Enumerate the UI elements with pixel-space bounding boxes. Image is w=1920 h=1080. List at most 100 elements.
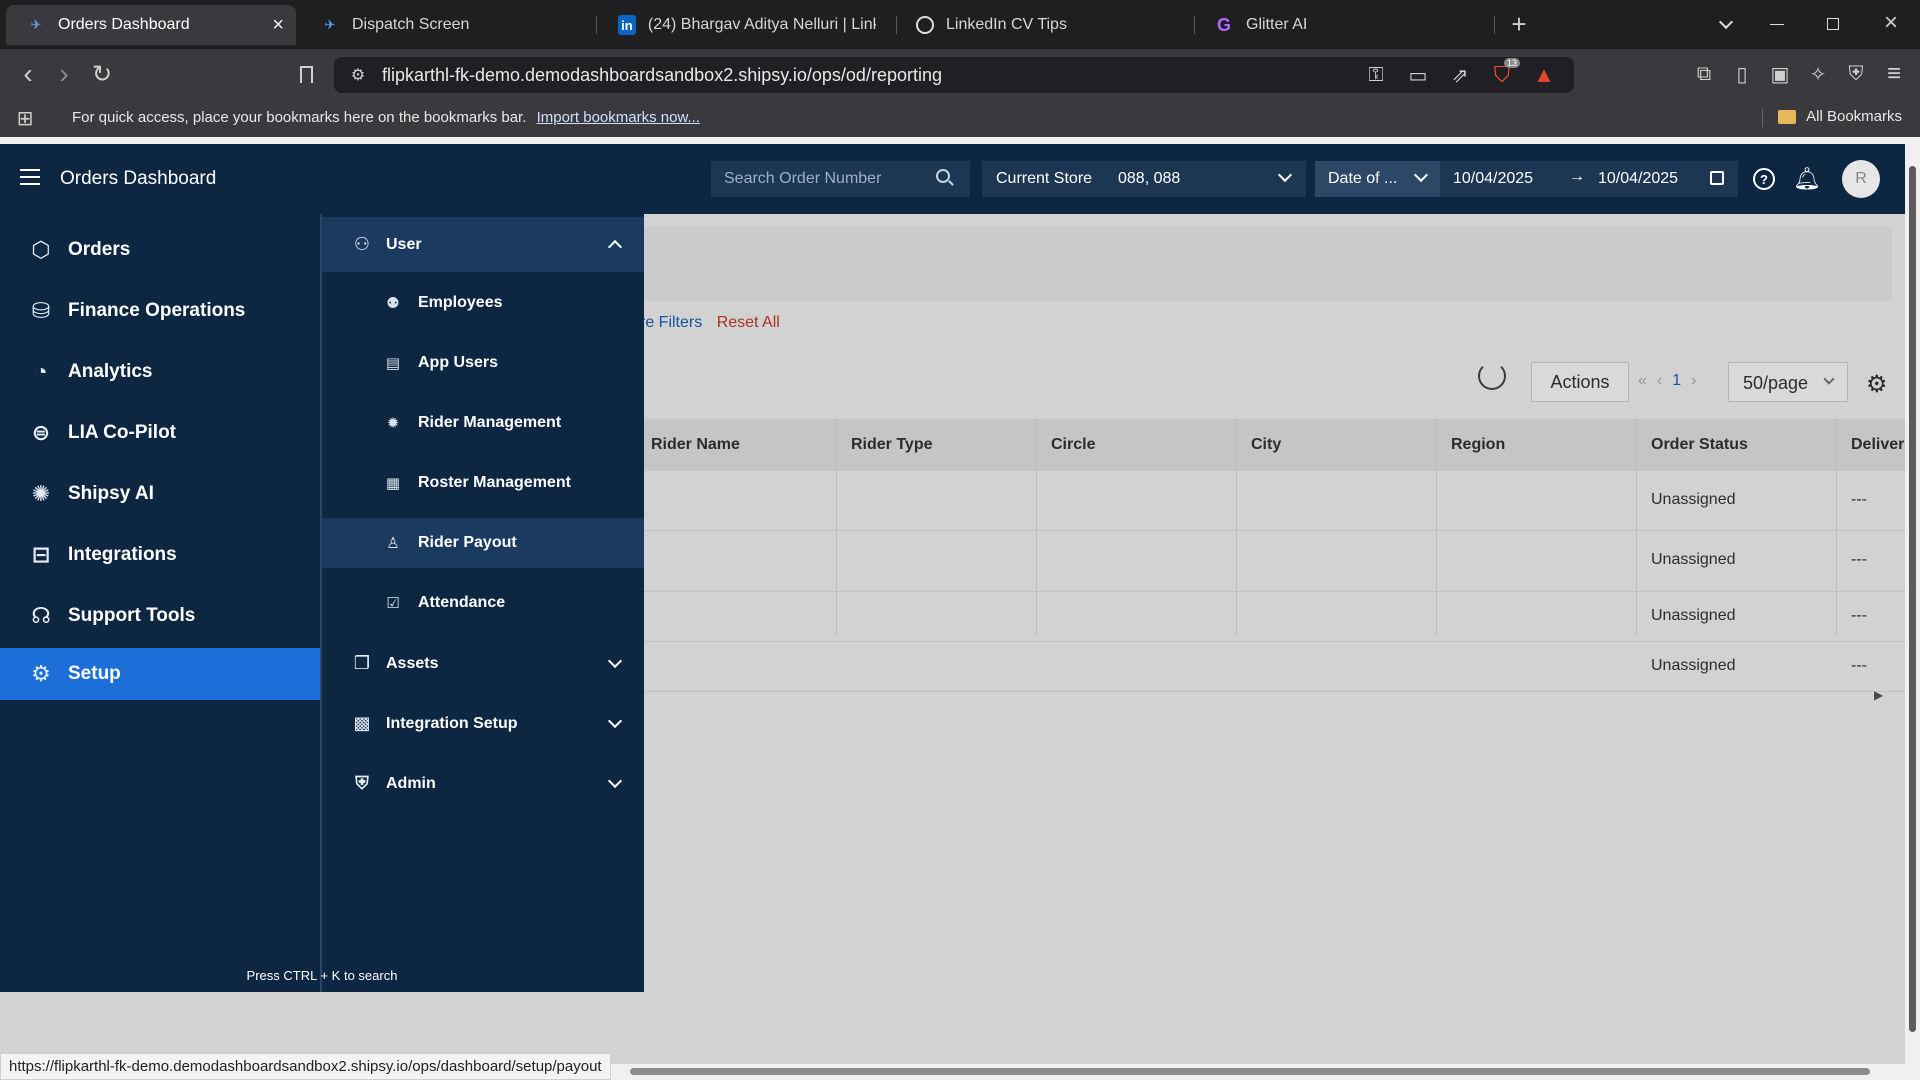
tab-linkedin[interactable]: in (24) Bhargav Aditya Nelluri | LinkedI — [598, 5, 890, 45]
tab-linkedin-cv-tips[interactable]: LinkedIn CV Tips — [896, 5, 1188, 45]
sidebar-item-setup[interactable]: ⚙ Setup — [0, 648, 320, 700]
box-icon: ⬡ — [31, 237, 51, 262]
submenu-item-rider-payout[interactable]: ♙ Rider Payout — [322, 518, 644, 568]
submenu-group-label: Integration Setup — [386, 714, 518, 732]
admin-shield-icon: ⛨ — [355, 773, 369, 793]
submenu-item-label: Employees — [418, 294, 503, 311]
reload-icon[interactable]: ↻ — [88, 60, 116, 88]
link-status-bar: https://flipkarthl-fk-demo.demodashboard… — [0, 1053, 611, 1080]
chevron-down-icon — [607, 713, 623, 729]
sidebar-item-orders[interactable]: ⬡ Orders — [0, 224, 320, 276]
shields-count-badge: 13 — [1504, 58, 1521, 68]
sidebar-item-label: Setup — [68, 663, 121, 684]
all-bookmarks-button[interactable]: All Bookmarks — [1778, 108, 1902, 125]
bell-icon[interactable]: 🔔︎ — [1793, 166, 1821, 192]
tab-glitter-ai[interactable]: G Glitter AI — [1194, 5, 1486, 45]
date-to[interactable]: 10/04/2025 — [1598, 170, 1678, 188]
sidebar-item-finance-operations[interactable]: ⛁ Finance Operations — [0, 285, 320, 337]
back-icon[interactable]: ‹ — [14, 58, 42, 89]
sidebar-item-support-tools[interactable]: ☊ Support Tools — [0, 590, 320, 642]
user-icon: ⚇ — [353, 234, 371, 254]
submenu-item-employees[interactable]: ⚉ Employees — [322, 278, 644, 328]
menu-icon[interactable]: ≡ — [1880, 60, 1908, 88]
chevron-down-icon — [607, 773, 623, 789]
import-bookmarks-link[interactable]: Import bookmarks now... — [537, 109, 700, 126]
submenu-item-app-users[interactable]: ▤ App Users — [322, 338, 644, 388]
address-bar-row: ‹ › ↻ ⚙ flipkarthl-fk-demo.demodashboard… — [0, 49, 1920, 99]
pie-chart-icon: ◔ — [34, 359, 48, 384]
tab-search-chevron-icon[interactable] — [1712, 10, 1740, 38]
minimize-icon[interactable] — [1762, 10, 1792, 38]
close-tab-icon[interactable]: × — [272, 14, 284, 37]
scrollbar-thumb[interactable] — [1909, 166, 1916, 1032]
chevron-up-icon — [607, 239, 623, 255]
new-tab-icon[interactable]: + — [1505, 9, 1533, 39]
keyboard-shortcut-hint: Press CTRL + K to search — [246, 968, 398, 983]
vpn-icon[interactable]: ⛨ — [1842, 60, 1870, 88]
extensions-icon[interactable]: ⧉ — [1690, 60, 1718, 88]
sidebar-item-lia-co-pilot[interactable]: ⊜ LIA Co-Pilot — [0, 407, 320, 459]
help-icon[interactable]: ? — [1753, 168, 1775, 190]
shipsy-logo-icon: ✈ — [324, 17, 336, 32]
share-icon[interactable]: ⇗ — [1446, 61, 1474, 89]
sidebar-item-label: Integrations — [68, 544, 177, 565]
integrations-icon: ⊟ — [31, 542, 51, 567]
vertical-scrollbar[interactable] — [1905, 144, 1920, 1080]
submenu-group-assets[interactable]: ❐ Assets — [322, 636, 644, 691]
bookmark-icon[interactable] — [292, 60, 320, 88]
wallet-icon[interactable]: ▣ — [1766, 60, 1794, 88]
sidebar-item-label: LIA Co-Pilot — [68, 422, 176, 443]
sidebar-item-label: Orders — [68, 239, 131, 260]
submenu-item-label: Attendance — [418, 594, 506, 611]
submenu-group-integration-setup[interactable]: ▩ Integration Setup — [322, 696, 644, 751]
sidebar-item-label: Support Tools — [68, 605, 196, 626]
setup-submenu: ⚇ User ⚉ Employees ▤ App Users ✹ Rider M… — [322, 214, 644, 992]
search-icon[interactable] — [936, 169, 950, 183]
chevron-down-icon — [1413, 167, 1429, 183]
submenu-item-rider-management[interactable]: ✹ Rider Management — [322, 398, 644, 448]
sidebar-item-shipsy-ai[interactable]: ✺ Shipsy AI — [0, 468, 320, 520]
password-key-icon[interactable]: ⚿ — [1362, 61, 1390, 89]
sidebar-item-label: Shipsy AI — [68, 483, 154, 504]
date-range-picker[interactable]: 10/04/2025 → 10/04/2025 — [1440, 161, 1738, 197]
date-type-select[interactable]: Date of ... — [1315, 161, 1440, 197]
brave-rewards-icon[interactable]: ▲ — [1530, 61, 1558, 89]
search-order-input[interactable]: Search Order Number — [711, 161, 970, 197]
sidebar-nav: ⬡ Orders ⛁ Finance Operations ◔ Analytic… — [0, 214, 322, 992]
restore-icon[interactable] — [1818, 10, 1848, 38]
url-field[interactable]: ⚙ flipkarthl-fk-demo.demodashboardsandbo… — [334, 57, 1574, 93]
calendar-icon[interactable] — [1710, 171, 1724, 185]
openai-icon — [916, 16, 934, 34]
search-placeholder: Search Order Number — [724, 170, 882, 187]
site-info-icon[interactable]: ⚙ — [344, 61, 372, 89]
leo-ai-icon[interactable]: ✧ — [1804, 60, 1832, 88]
integration-setup-icon: ▩ — [353, 713, 371, 733]
sidebar-item-integrations[interactable]: ⊟ Integrations — [0, 529, 320, 581]
scrollbar-thumb[interactable] — [630, 1068, 1870, 1075]
close-window-icon[interactable]: × — [1876, 8, 1906, 38]
browser-tab-bar: ✈ Orders Dashboard × ✈ Dispatch Screen i… — [0, 0, 1920, 49]
tab-dispatch-screen[interactable]: ✈ Dispatch Screen — [300, 5, 592, 45]
submenu-group-admin[interactable]: ⛨ Admin — [322, 756, 644, 811]
assets-icon: ❐ — [353, 653, 371, 673]
tab-title: LinkedIn CV Tips — [946, 16, 1067, 33]
app-header: Orders Dashboard Search Order Number Cur… — [0, 144, 1905, 214]
avatar[interactable]: R — [1842, 160, 1880, 198]
horizontal-scrollbar[interactable] — [620, 1064, 1905, 1080]
glitter-logo-icon: G — [1216, 14, 1231, 35]
sidebar-toggle-icon[interactable]: ▯ — [1728, 60, 1756, 88]
hamburger-menu-icon[interactable] — [20, 169, 40, 185]
tab-orders-dashboard[interactable]: ✈ Orders Dashboard × — [6, 5, 296, 45]
sidebar-item-analytics[interactable]: ◔ Analytics — [0, 346, 320, 398]
submenu-group-user[interactable]: ⚇ User — [322, 217, 644, 272]
bookmarks-message: For quick access, place your bookmarks h… — [72, 109, 700, 126]
apps-grid-icon[interactable]: ⊞ — [14, 107, 36, 130]
forward-icon[interactable]: › — [50, 58, 78, 89]
submenu-item-roster-management[interactable]: ▦ Roster Management — [322, 458, 644, 508]
submenu-item-label: App Users — [418, 354, 499, 371]
cast-icon[interactable]: ▭ — [1404, 61, 1432, 89]
store-value: 088, 088 — [1118, 170, 1181, 187]
date-from[interactable]: 10/04/2025 — [1453, 170, 1533, 188]
submenu-item-attendance[interactable]: ☑ Attendance — [322, 578, 644, 628]
current-store-select[interactable]: Current Store 088, 088 — [982, 161, 1306, 197]
